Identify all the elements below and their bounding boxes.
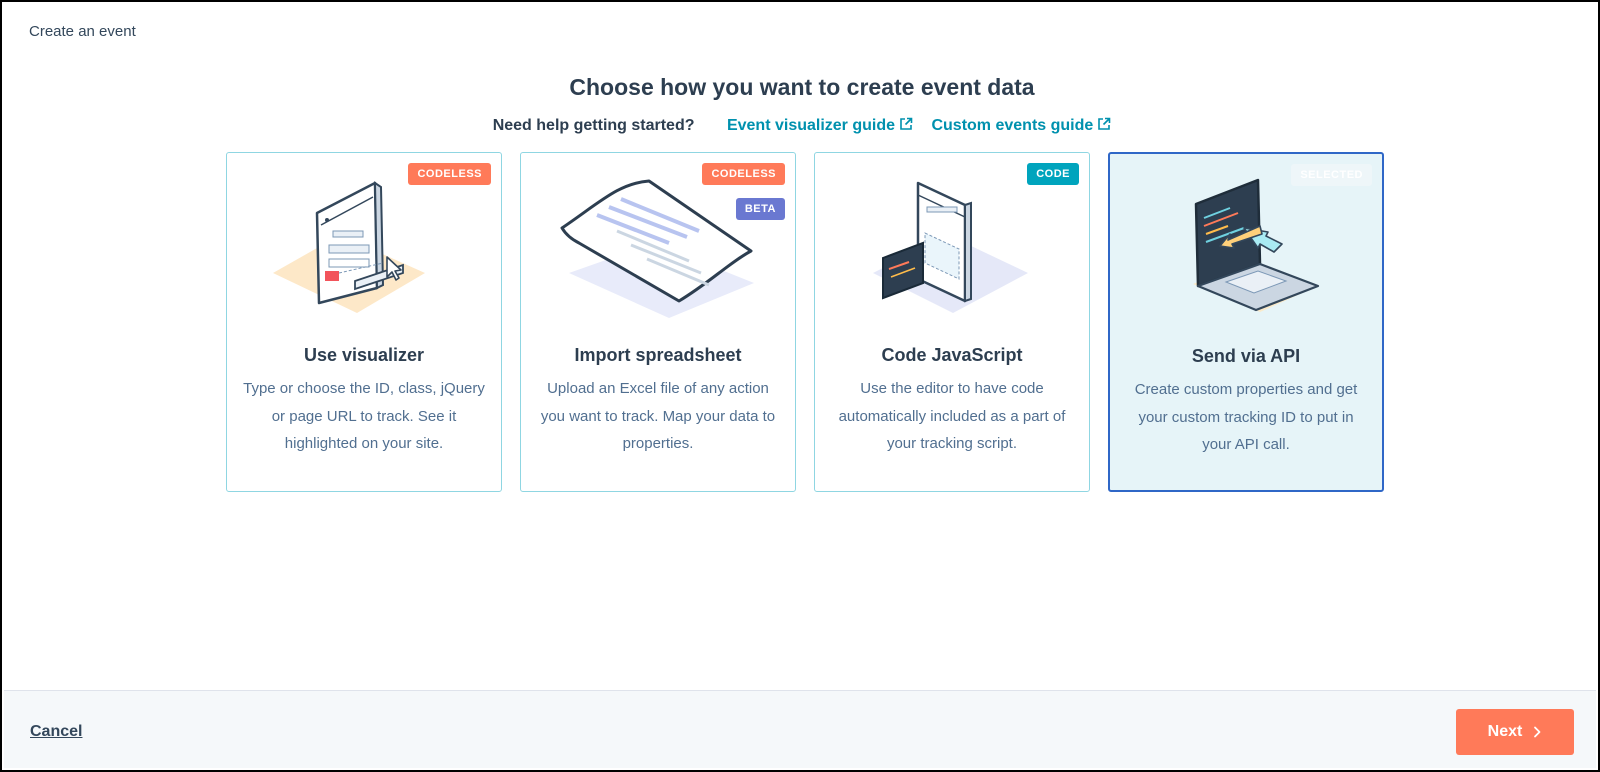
help-label: Need help getting started? — [492, 117, 695, 134]
next-button-label: Next — [1487, 723, 1523, 740]
event-visualizer-guide-label: Event visualizer guide — [726, 117, 896, 134]
card-code-javascript[interactable]: CODE Code JavaScript Use the editor to h… — [814, 152, 1090, 492]
section-heading: Choose how you want to create event data — [569, 74, 1035, 100]
javascript-illustration — [873, 181, 1028, 313]
card-title: Import spreadsheet — [574, 345, 742, 365]
modal-frame: Create an event Choose how you want to c… — [0, 0, 1600, 772]
spreadsheet-illustration — [560, 179, 754, 318]
card-use-visualizer[interactable]: CODELESS Use visualizer Type or choose t… — [226, 152, 502, 492]
modal-footer: Cancel Next — [4, 690, 1596, 768]
card-title: Code JavaScript — [881, 345, 1023, 365]
card-description: Upload an Excel file of any action you w… — [540, 380, 776, 452]
external-link-icon — [1098, 117, 1111, 130]
custom-events-guide-label: Custom events guide — [931, 117, 1094, 134]
card-description: Create custom properties and get your cu… — [1134, 381, 1358, 453]
card-title: Send via API — [1191, 346, 1301, 366]
custom-events-guide-link[interactable]: Custom events guide — [931, 117, 1111, 134]
visualizer-illustration — [273, 181, 425, 313]
page-title: Create an event — [29, 23, 136, 40]
card-send-via-api[interactable]: SELECTED Send via API Create custom prop… — [1108, 152, 1384, 492]
api-laptop-illustration — [1193, 178, 1320, 312]
card-description: Use the editor to have code automaticall… — [838, 380, 1066, 452]
cancel-button[interactable]: Cancel — [30, 723, 82, 741]
help-row: Need help getting started? Event visuali… — [2, 117, 1600, 135]
card-import-spreadsheet[interactable]: CODELESS BETA Import spreadsheet Upload … — [520, 152, 796, 492]
next-button[interactable]: Next — [1456, 709, 1574, 755]
event-visualizer-guide-link[interactable]: Event visualizer guide — [727, 117, 918, 134]
card-title: Use visualizer — [303, 345, 425, 365]
external-link-icon — [900, 117, 913, 130]
card-description: Type or choose the ID, class, jQuery or … — [243, 380, 485, 452]
chevron-right-icon — [1534, 726, 1541, 738]
